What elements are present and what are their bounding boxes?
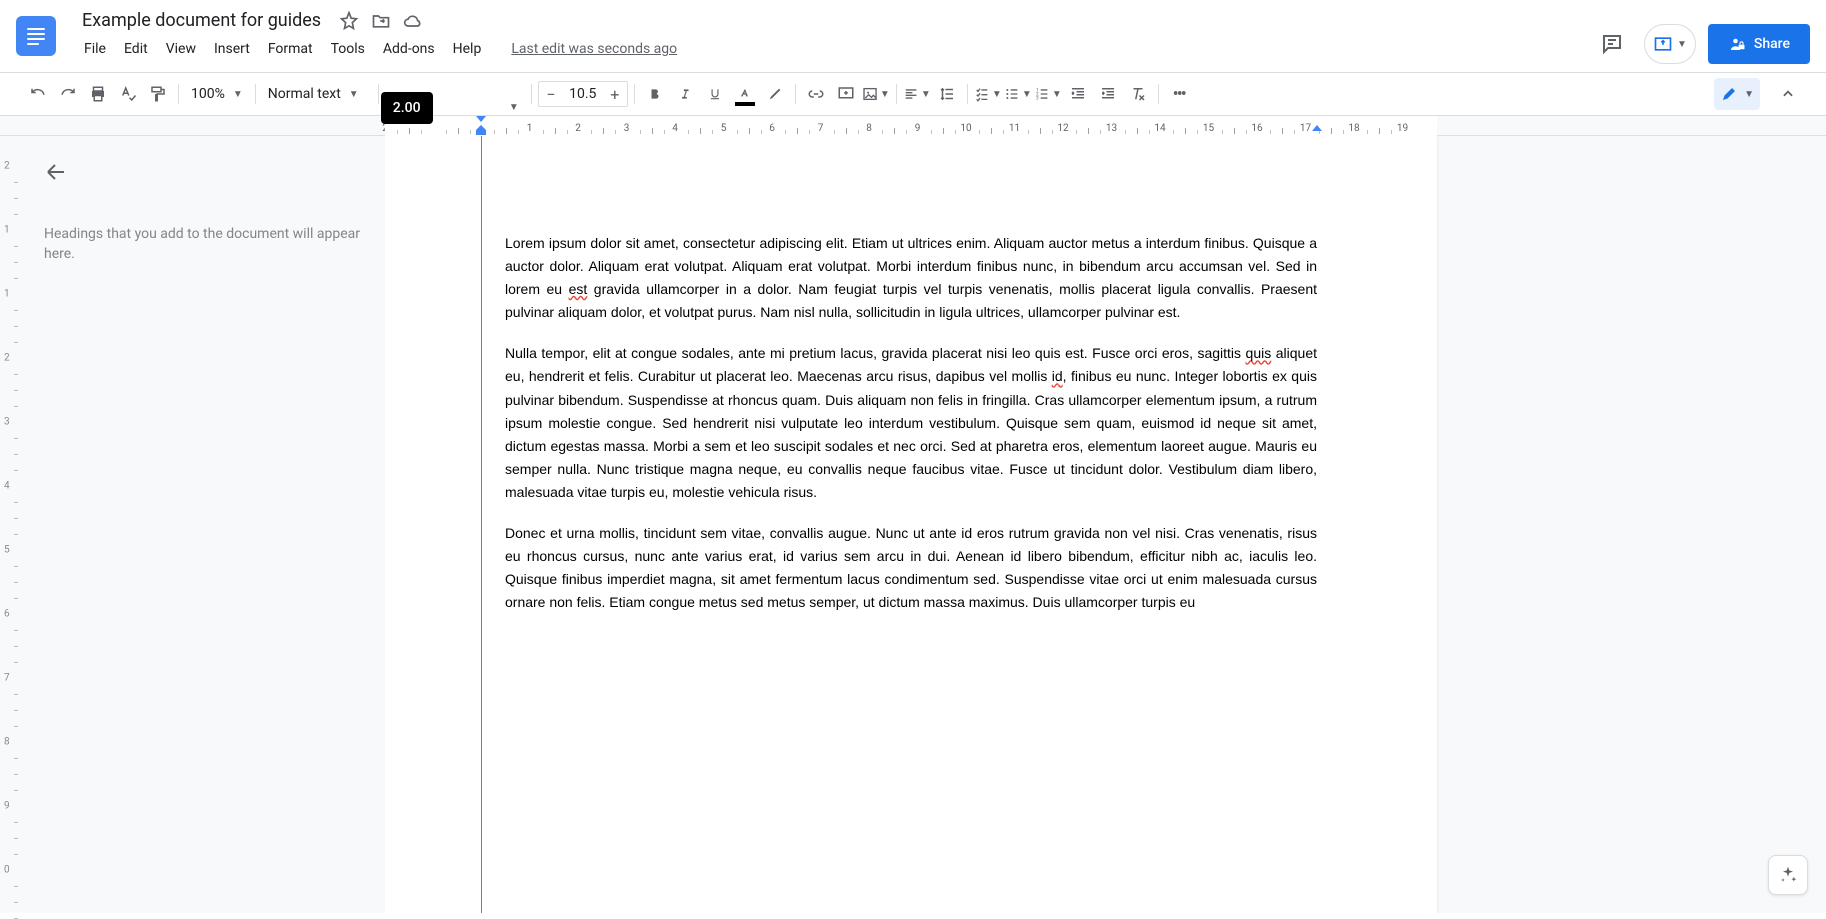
docs-logo[interactable] — [16, 16, 56, 56]
chevron-down-icon: ▼ — [1744, 89, 1754, 100]
increase-font-button[interactable]: + — [603, 82, 627, 106]
decrease-font-button[interactable]: − — [539, 82, 563, 106]
chevron-down-icon: ▼ — [921, 89, 931, 100]
workspace: 211234567890 Headings that you add to th… — [0, 136, 1826, 913]
increase-indent-button[interactable] — [1094, 80, 1122, 108]
chevron-down-icon: ▼ — [1677, 39, 1687, 50]
align-button[interactable]: ▼ — [903, 80, 931, 108]
person-lock-icon — [1728, 35, 1746, 53]
chevron-down-icon: ▼ — [509, 102, 519, 113]
document-body[interactable]: Lorem ipsum dolor sit amet, consectetur … — [505, 232, 1317, 614]
line-spacing-button[interactable] — [933, 80, 961, 108]
clear-formatting-button[interactable] — [1124, 80, 1152, 108]
insert-image-button[interactable]: ▼ — [862, 80, 890, 108]
outline-panel: Headings that you add to the document wi… — [20, 136, 385, 913]
font-size-input[interactable]: 10.5 — [563, 86, 603, 102]
explore-button[interactable] — [1768, 855, 1808, 895]
indent-tooltip: 2.00 — [381, 92, 433, 124]
spellcheck-button[interactable] — [114, 80, 142, 108]
outline-placeholder: Headings that you add to the document wi… — [44, 224, 361, 264]
svg-text:3: 3 — [1036, 95, 1039, 101]
more-tools-button[interactable]: ••• — [1165, 80, 1193, 108]
document-title[interactable]: Example document for guides — [76, 8, 327, 33]
document-area[interactable]: Lorem ipsum dolor sit amet, consectetur … — [385, 136, 1826, 913]
underline-button[interactable] — [701, 80, 729, 108]
add-comment-button[interactable] — [832, 80, 860, 108]
horizontal-ruler[interactable]: 2 1 12345678910111213141516171819 — [0, 116, 1826, 136]
pencil-icon — [1720, 85, 1738, 103]
italic-button[interactable] — [671, 80, 699, 108]
paint-format-button[interactable] — [144, 80, 172, 108]
chevron-down-icon: ▼ — [233, 89, 243, 100]
paragraph[interactable]: Donec et urna mollis, tincidunt sem vita… — [505, 522, 1317, 614]
docs-logo-icon — [27, 28, 45, 45]
comment-history-button[interactable] — [1592, 24, 1632, 64]
chevron-down-icon: ▼ — [1022, 89, 1032, 100]
editing-mode-button[interactable]: ▼ — [1714, 78, 1760, 110]
menu-file[interactable]: File — [76, 37, 114, 61]
margin-guide-line — [481, 136, 482, 913]
chevron-down-icon: ▼ — [349, 89, 359, 100]
chevron-down-icon: ▼ — [880, 89, 890, 100]
toolbar: 100%▼ Normal text▼ 2.00 ▼ − 10.5 + ▼ ▼ ▼… — [0, 72, 1826, 116]
last-edit-link[interactable]: Last edit was seconds ago — [503, 37, 685, 61]
chevron-down-icon: ▼ — [1052, 89, 1062, 100]
menu-edit[interactable]: Edit — [116, 37, 156, 61]
left-indent-marker[interactable] — [476, 130, 486, 135]
share-label: Share — [1754, 36, 1790, 52]
menu-format[interactable]: Format — [260, 37, 321, 61]
menu-help[interactable]: Help — [445, 37, 490, 61]
paragraph[interactable]: Nulla tempor, elit at congue sodales, an… — [505, 342, 1317, 504]
font-size-control: − 10.5 + — [538, 81, 628, 107]
highlight-button[interactable] — [761, 80, 789, 108]
menu-addons[interactable]: Add-ons — [375, 37, 443, 61]
decrease-indent-button[interactable] — [1064, 80, 1092, 108]
header-actions: ▼ Share — [1592, 24, 1810, 64]
numbered-list-button[interactable]: 123▼ — [1034, 80, 1062, 108]
print-button[interactable] — [84, 80, 112, 108]
menu-insert[interactable]: Insert — [206, 37, 258, 61]
title-area: Example document for guides File Edit Vi… — [68, 8, 1592, 61]
comment-icon — [1600, 32, 1624, 56]
first-line-indent-marker[interactable] — [476, 116, 486, 122]
star-icon[interactable] — [339, 11, 359, 31]
document-page[interactable]: Lorem ipsum dolor sit amet, consectetur … — [385, 136, 1437, 913]
menu-bar: File Edit View Insert Format Tools Add-o… — [68, 37, 1592, 61]
checklist-button[interactable]: ▼ — [974, 80, 1002, 108]
present-button[interactable]: ▼ — [1644, 24, 1696, 64]
move-icon[interactable] — [371, 11, 391, 31]
redo-button[interactable] — [54, 80, 82, 108]
bold-button[interactable] — [641, 80, 669, 108]
undo-button[interactable] — [24, 80, 52, 108]
present-icon — [1653, 34, 1673, 54]
sparkle-icon — [1778, 865, 1798, 885]
insert-link-button[interactable] — [802, 80, 830, 108]
text-color-button[interactable] — [731, 80, 759, 108]
zoom-select[interactable]: 100%▼ — [185, 80, 249, 108]
menu-view[interactable]: View — [158, 37, 204, 61]
vertical-ruler[interactable]: 211234567890 — [0, 136, 20, 913]
chevron-down-icon: ▼ — [992, 89, 1002, 100]
app-header: Example document for guides File Edit Vi… — [0, 0, 1826, 72]
back-arrow-icon[interactable] — [44, 160, 68, 184]
menu-tools[interactable]: Tools — [323, 37, 373, 61]
share-button[interactable]: Share — [1708, 24, 1810, 64]
paragraph-style-select[interactable]: Normal text▼ — [262, 80, 372, 108]
paragraph[interactable]: Lorem ipsum dolor sit amet, consectetur … — [505, 232, 1317, 324]
bulleted-list-button[interactable]: ▼ — [1004, 80, 1032, 108]
cloud-saved-icon[interactable] — [403, 11, 423, 31]
right-indent-marker[interactable] — [1312, 125, 1322, 131]
collapse-toolbar-button[interactable] — [1774, 80, 1802, 108]
